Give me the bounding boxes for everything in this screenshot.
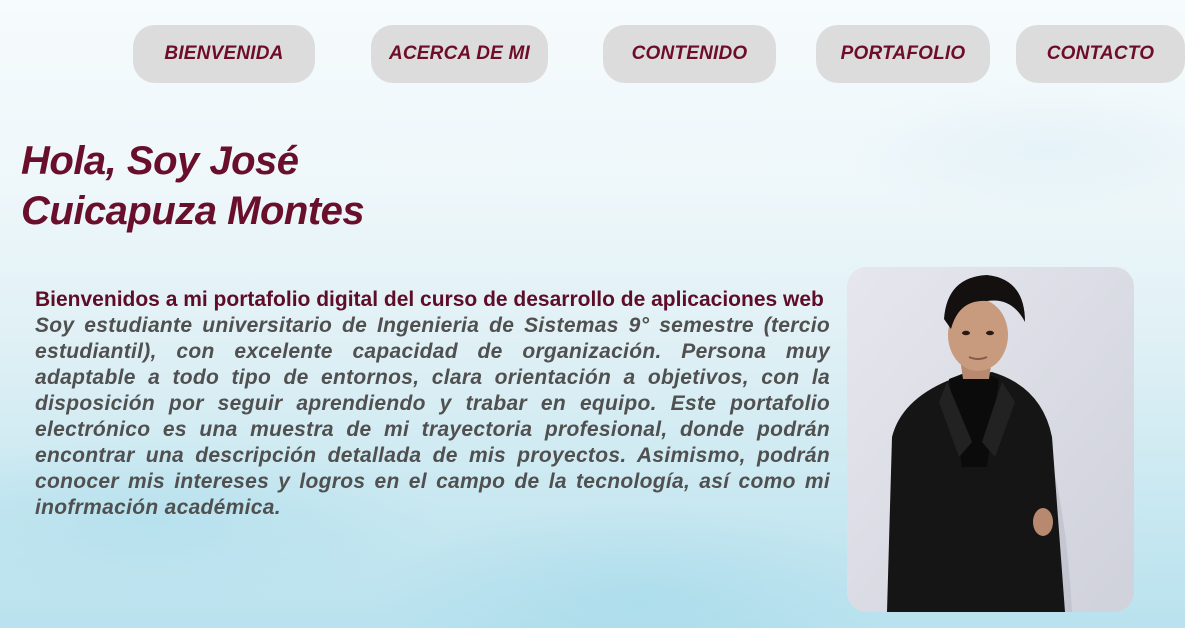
intro-body-text: Soy estudiante universitario de Ingenier… <box>35 314 830 519</box>
profile-portrait-image <box>847 267 1134 612</box>
page-title-line-1: Hola, Soy José <box>21 139 299 183</box>
page-title-line-2: Cuicapuza Montes <box>21 189 365 233</box>
nav-contenido-button[interactable]: CONTENIDO <box>603 25 776 83</box>
nav-contacto-button[interactable]: CONTACTO <box>1016 25 1185 83</box>
nav-acerca-de-mi-button[interactable]: ACERCA DE MI <box>371 25 548 83</box>
nav-portafolio-button[interactable]: PORTAFOLIO <box>816 25 990 83</box>
profile-photo <box>847 267 1134 612</box>
intro-section: Bienvenidos a mi portafolio digital del … <box>35 287 830 521</box>
page-title: Hola, Soy José Cuicapuza Montes <box>21 136 365 236</box>
intro-heading: Bienvenidos a mi portafolio digital del … <box>35 288 824 311</box>
nav-bienvenida-button[interactable]: BIENVENIDA <box>133 25 315 83</box>
